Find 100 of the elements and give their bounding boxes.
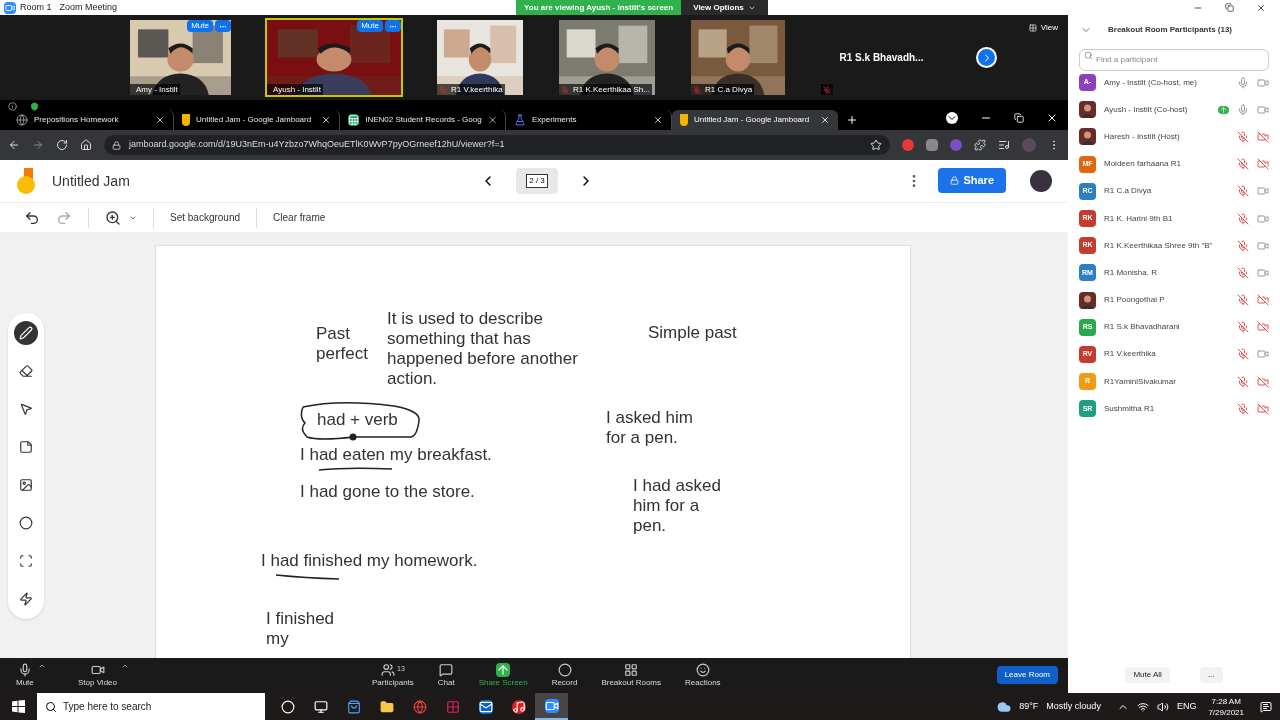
video-off-icon bbox=[1257, 294, 1269, 307]
zoom-icon[interactable] bbox=[105, 209, 121, 226]
record-button[interactable]: Record bbox=[547, 658, 582, 693]
close-tab-icon[interactable] bbox=[155, 115, 165, 125]
extension-icon[interactable] bbox=[902, 139, 914, 151]
mute-button[interactable]: Mute bbox=[357, 20, 383, 32]
extensions-icon[interactable] bbox=[974, 139, 986, 151]
breakout-button[interactable]: Breakout Rooms bbox=[597, 658, 665, 693]
share-banner: You are viewing Ayush - Instilt's screen bbox=[516, 0, 682, 15]
handwritten-note: I had gone to the store. bbox=[300, 482, 476, 502]
home-icon[interactable] bbox=[80, 139, 92, 151]
reload-icon[interactable] bbox=[56, 139, 68, 151]
participant-name: R1 C.a Divya bbox=[705, 83, 753, 95]
extension-icon[interactable] bbox=[926, 139, 938, 151]
mic-button[interactable]: Mute bbox=[12, 658, 38, 693]
address-bar[interactable]: jamboard.google.com/d/19U3nEm-u4Yzbzo7WhqOeuETlK0WvP7pyOGrneef12hU/viewer?f=1 bbox=[104, 135, 890, 155]
avatar bbox=[1079, 101, 1096, 119]
participant-row[interactable]: R1 Poongothai P bbox=[1068, 286, 1280, 314]
search-field[interactable]: Find a participant bbox=[1079, 48, 1269, 71]
reactions-button[interactable]: Reactions bbox=[681, 658, 725, 693]
options-caret-icon[interactable] bbox=[37, 662, 46, 670]
participant-row[interactable]: Haresh - Instilt (Host) bbox=[1068, 123, 1280, 151]
back-icon[interactable] bbox=[8, 139, 20, 151]
record-icon bbox=[557, 662, 572, 677]
search-icon bbox=[45, 701, 57, 713]
clock-time[interactable]: 7:28 AM bbox=[1211, 695, 1241, 707]
muted-mic-icon bbox=[1237, 375, 1249, 388]
volume-icon[interactable] bbox=[1156, 700, 1169, 713]
tab-title: Untitled Jam - Google Jamboard bbox=[694, 114, 811, 126]
clock-date[interactable]: 7/29/2021 bbox=[1208, 706, 1244, 718]
muted-mic-icon bbox=[1237, 321, 1249, 334]
window-title: Zoom Meeting bbox=[59, 0, 118, 14]
participant-name: Amy - Instilt (Co-host, me) bbox=[1104, 76, 1198, 89]
more-button[interactable] bbox=[385, 20, 401, 32]
mic-icon bbox=[1237, 76, 1249, 89]
pen-stroke bbox=[275, 573, 341, 581]
video-icon bbox=[1257, 266, 1269, 279]
handwritten-note: I had asked him for a pen. bbox=[633, 476, 722, 536]
lock-icon bbox=[112, 140, 121, 150]
set-background-button[interactable]: Set background bbox=[170, 210, 241, 225]
mute-button[interactable]: Mute bbox=[187, 20, 213, 32]
more-button[interactable] bbox=[215, 20, 231, 32]
notifications-icon[interactable] bbox=[1260, 700, 1272, 713]
tab-title: Experiments bbox=[532, 114, 578, 126]
more-button[interactable]: ... bbox=[1199, 667, 1223, 683]
frame-selector[interactable]: 2 / 3 bbox=[516, 168, 558, 194]
muted-mic-icon bbox=[1237, 212, 1249, 225]
windows-start-icon[interactable] bbox=[12, 700, 25, 713]
muted-mic-icon bbox=[1237, 185, 1249, 198]
clear-frame-button[interactable]: Clear frame bbox=[273, 210, 326, 225]
tab-search-icon[interactable] bbox=[946, 112, 958, 124]
browser-tab[interactable]: Untitled Jam - Google Jamboard bbox=[672, 110, 838, 130]
zoom-icon[interactable] bbox=[535, 693, 568, 720]
participant-name: R1 K.Keerthikaa Shree 9th "B" bbox=[1104, 239, 1214, 252]
video-button[interactable]: Stop Video bbox=[74, 658, 121, 693]
mic-icon bbox=[1237, 103, 1249, 116]
muted-mic-icon bbox=[1237, 130, 1249, 143]
jamboard-logo-icon bbox=[16, 168, 36, 194]
participant-row[interactable]: Ayush - Instilt (Co-host) bbox=[1068, 96, 1280, 124]
video-off-icon bbox=[1257, 130, 1269, 143]
mute-all-button[interactable]: Mute All bbox=[1125, 667, 1170, 683]
leave-room-button[interactable]: Leave Room bbox=[996, 666, 1058, 684]
participant-name: Amy - Instilt bbox=[136, 83, 178, 95]
close-icon[interactable] bbox=[1046, 112, 1058, 124]
handwritten-note: I had finished my homework. bbox=[261, 551, 479, 571]
options-caret-icon[interactable] bbox=[121, 662, 129, 670]
media-control-icon[interactable] bbox=[998, 139, 1010, 151]
handwritten-note: Simple past bbox=[648, 323, 738, 343]
new-tab-icon[interactable] bbox=[846, 114, 858, 126]
undo-icon[interactable] bbox=[24, 209, 40, 226]
spreadsheet-icon bbox=[348, 114, 360, 126]
lock-icon bbox=[950, 176, 960, 185]
close-icon[interactable] bbox=[1256, 2, 1266, 13]
network-icon[interactable] bbox=[1136, 700, 1149, 713]
avatar bbox=[1079, 291, 1096, 309]
search-icon bbox=[1084, 51, 1093, 60]
share-button[interactable]: Share bbox=[938, 168, 1006, 193]
participant-name: Moideen farhaana R1 bbox=[1104, 158, 1182, 171]
grid-icon bbox=[1028, 24, 1037, 32]
language-indicator[interactable]: ENG bbox=[1176, 699, 1197, 714]
close-tab-icon[interactable] bbox=[653, 115, 663, 125]
view-options-button[interactable]: View Options bbox=[681, 0, 768, 15]
view-button[interactable]: View bbox=[1028, 22, 1058, 34]
weather-text: Mostly cloudy bbox=[1046, 699, 1101, 713]
avatar bbox=[1079, 128, 1096, 146]
close-tab-icon[interactable] bbox=[820, 115, 830, 125]
muted-mic-icon bbox=[1237, 294, 1249, 307]
chat-button[interactable]: Chat bbox=[433, 658, 459, 693]
participant-name: R1 V.keerthika bbox=[451, 83, 503, 95]
arrow-up-icon bbox=[496, 662, 511, 677]
restore-icon[interactable] bbox=[1014, 113, 1024, 123]
user-avatar[interactable] bbox=[1030, 169, 1052, 192]
participant-name: Ayush - Instilt bbox=[273, 83, 321, 95]
close-tab-icon[interactable] bbox=[321, 115, 331, 125]
next-page-button[interactable] bbox=[976, 47, 997, 68]
weather-icon bbox=[997, 699, 1012, 714]
document-title[interactable]: Untitled Jam bbox=[52, 170, 130, 192]
taskbar-search-field[interactable]: Type here to search bbox=[37, 693, 265, 720]
share-screen-button[interactable]: Share Screen bbox=[474, 658, 532, 693]
pen-icon[interactable] bbox=[14, 321, 38, 345]
